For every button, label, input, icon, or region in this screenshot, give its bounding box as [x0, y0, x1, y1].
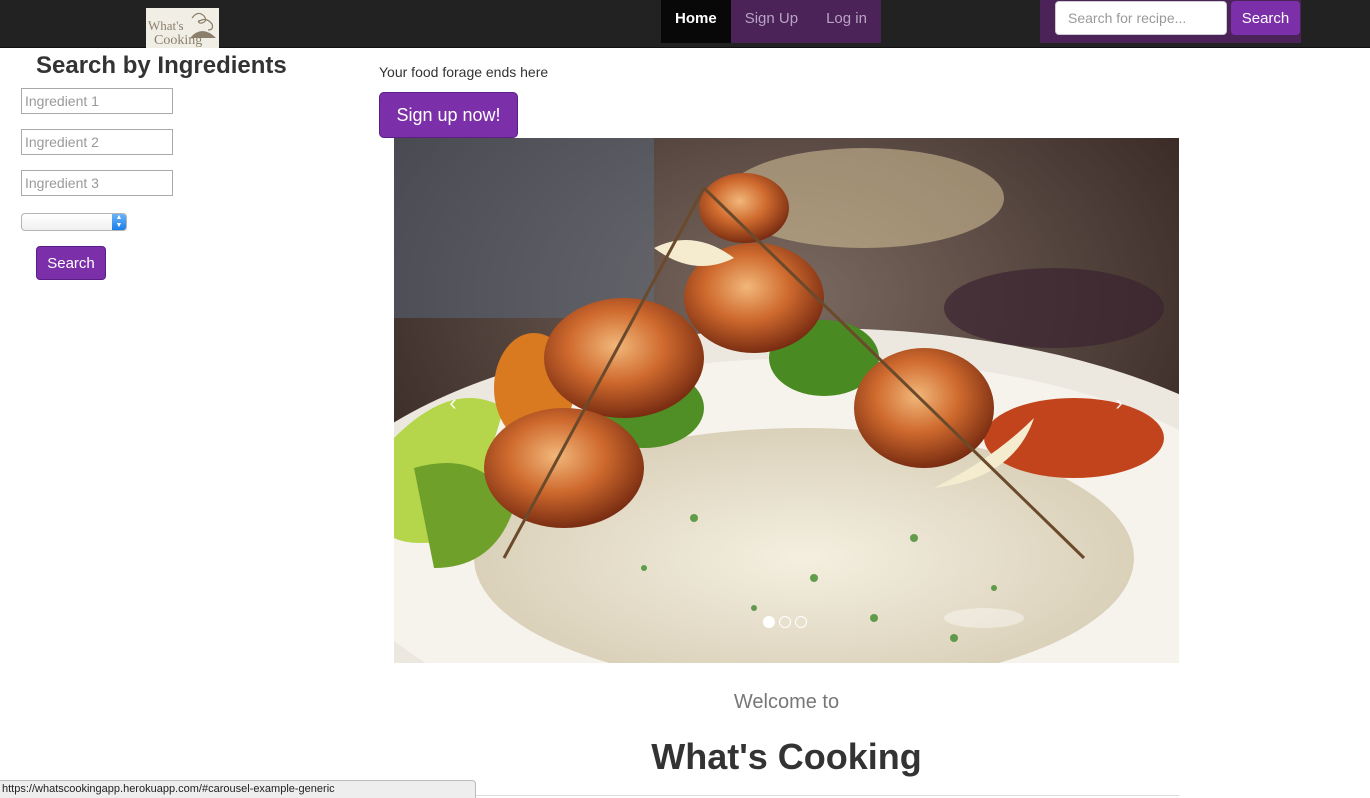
welcome-title: What's Cooking	[651, 736, 922, 777]
select-arrows-icon: ▲ ▼	[112, 214, 126, 230]
carousel-indicator-1[interactable]	[763, 616, 775, 628]
navbar: What's Cooking Home Sign Up Log in Searc…	[0, 0, 1370, 48]
carousel-slide-image	[394, 138, 1179, 663]
sidebar-title: Search by Ingredients	[36, 52, 287, 79]
logo-text-line1: What's	[148, 18, 184, 33]
recipe-search-input[interactable]	[1055, 1, 1227, 35]
ingredient-1-input[interactable]	[21, 88, 173, 114]
ingredient-search-button[interactable]: Search	[36, 246, 106, 280]
carousel-indicator-2[interactable]	[779, 616, 791, 628]
nav-search-form: Search	[1040, 0, 1301, 43]
carousel-indicators	[763, 616, 807, 628]
carousel-next-icon[interactable]: ›	[1104, 388, 1134, 418]
nav-links: Home Sign Up Log in	[661, 0, 881, 43]
ingredient-2-input[interactable]	[21, 129, 173, 155]
carousel-indicator-3[interactable]	[795, 616, 807, 628]
logo-image: What's Cooking	[148, 12, 216, 48]
browser-status-bar: https://whatscookingapp.herokuapp.com/#c…	[0, 780, 476, 798]
logo-text-line2: Cooking	[154, 33, 202, 48]
ingredient-3-input[interactable]	[21, 170, 173, 196]
carousel[interactable]	[394, 138, 1179, 663]
tagline: Your food forage ends here	[379, 64, 549, 80]
recipe-search-button[interactable]: Search	[1231, 1, 1300, 35]
nav-link-home[interactable]: Home	[661, 0, 731, 43]
brand-logo[interactable]: What's Cooking	[146, 8, 219, 48]
nav-link-log-in[interactable]: Log in	[812, 0, 881, 43]
divider	[394, 795, 1179, 796]
nav-link-sign-up[interactable]: Sign Up	[730, 0, 813, 43]
carousel-prev-icon[interactable]: ‹	[438, 388, 468, 418]
signup-now-button[interactable]: Sign up now!	[379, 92, 518, 138]
welcome-subtitle: Welcome to	[733, 691, 840, 713]
ingredient-select[interactable]: ▲ ▼	[21, 213, 127, 231]
